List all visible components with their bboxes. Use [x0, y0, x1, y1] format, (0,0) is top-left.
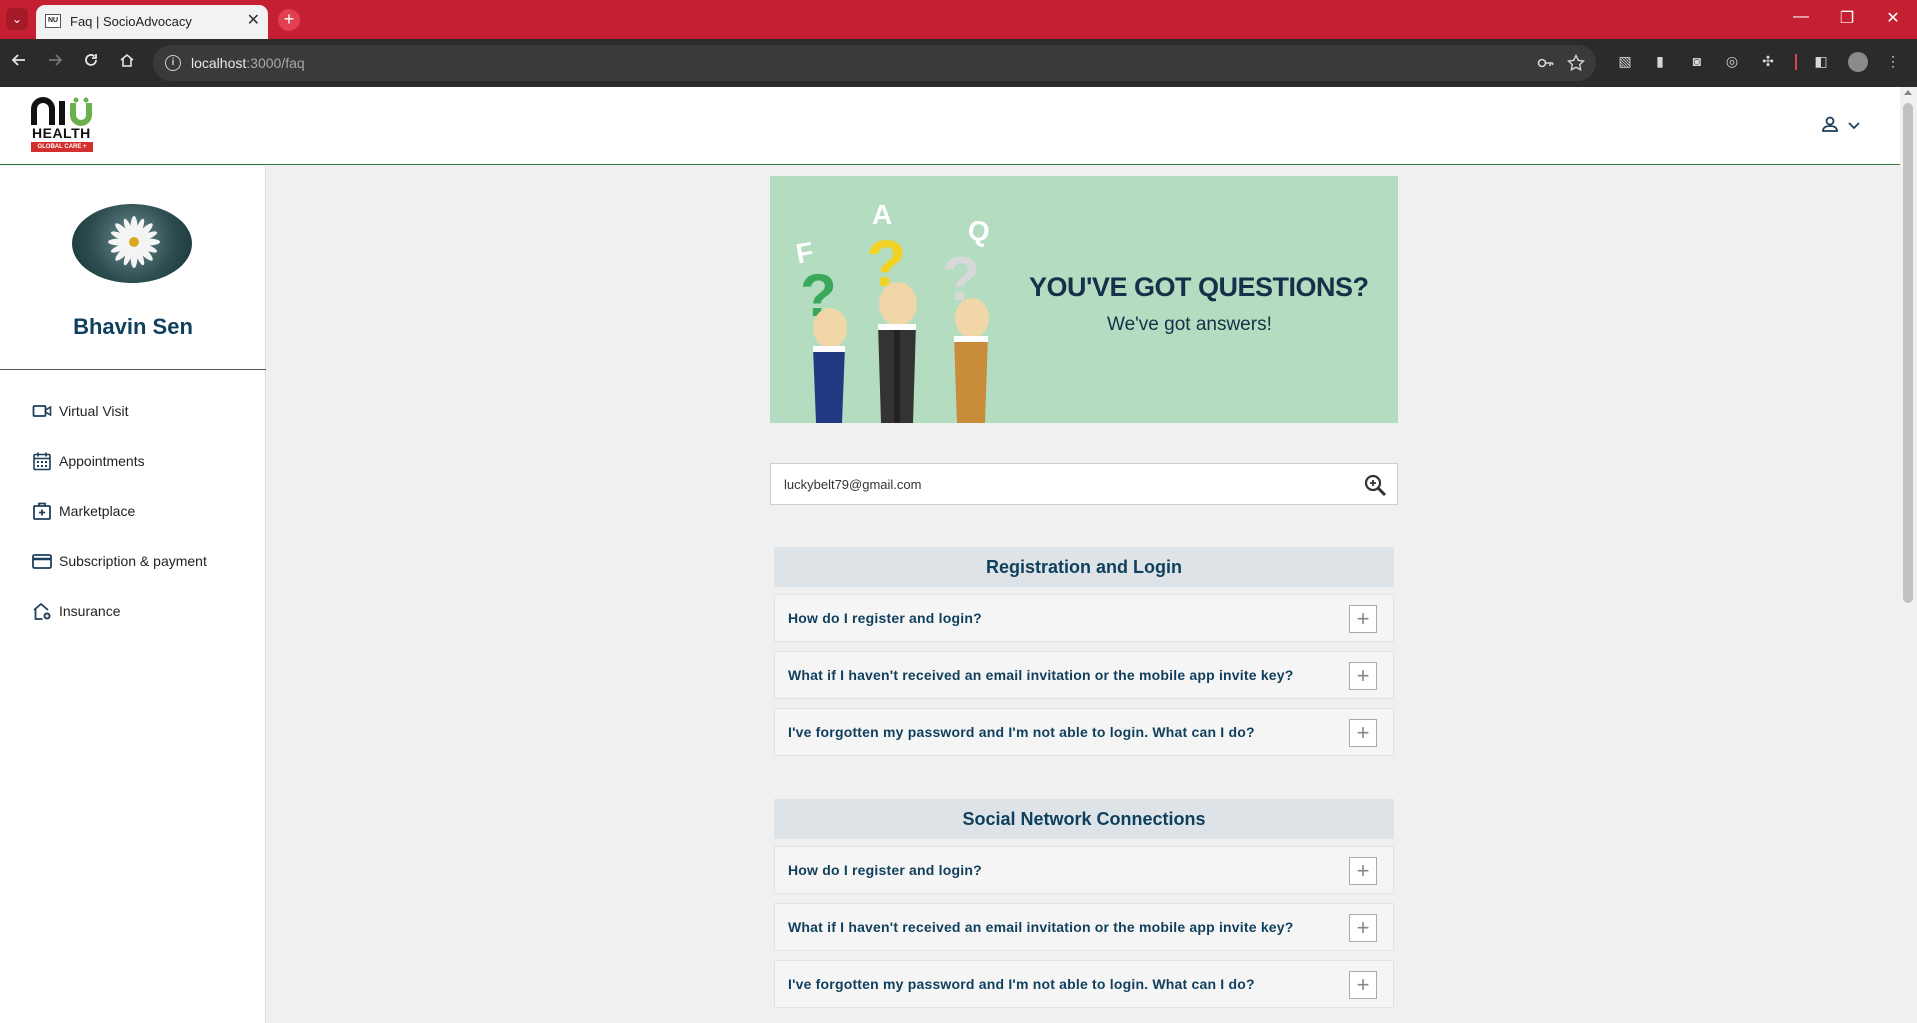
user-menu[interactable]: [1821, 115, 1865, 139]
expand-plus-icon[interactable]: +: [1349, 719, 1377, 747]
toolbar-divider: [1795, 54, 1797, 70]
browser-menu-icon[interactable]: ⋮: [1884, 52, 1902, 70]
tab-search-button[interactable]: ⌄: [6, 8, 28, 30]
home-icon[interactable]: [116, 52, 138, 74]
expand-plus-icon[interactable]: +: [1349, 971, 1377, 999]
browser-profile-avatar[interactable]: [1848, 52, 1868, 72]
medical-bag-icon: [32, 501, 52, 521]
restore-icon[interactable]: ❐: [1832, 8, 1862, 28]
address-bar[interactable]: i localhost:3000/faq: [153, 45, 1596, 81]
banner-letter-q: Q: [965, 214, 992, 248]
profile-name: Bhavin Sen: [73, 314, 193, 339]
bookmark-star-icon[interactable]: [1566, 53, 1586, 76]
hand-left-icon: [813, 308, 847, 423]
credit-card-icon: [32, 551, 52, 571]
faq-item[interactable]: How do I register and login? +: [774, 846, 1394, 894]
faq-search-input[interactable]: luckybelt79@gmail.com: [770, 463, 1398, 505]
sidebar-item-label: Appointments: [59, 453, 145, 469]
faq-question: How do I register and login?: [788, 610, 982, 626]
search-input-value: luckybelt79@gmail.com: [784, 477, 922, 492]
extension-camera-icon[interactable]: ◙: [1688, 52, 1706, 70]
faq-section-title-social: Social Network Connections: [774, 799, 1394, 839]
user-icon: [1821, 115, 1841, 135]
url-text: localhost:3000/faq: [191, 55, 305, 71]
video-camera-icon: [32, 401, 52, 421]
sidebar: Bhavin Sen Virtual Visit Appointments Ma…: [0, 166, 266, 1023]
sidebar-item-marketplace[interactable]: Marketplace: [32, 499, 252, 525]
sidebar-item-virtual-visit[interactable]: Virtual Visit: [32, 399, 252, 425]
search-icon[interactable]: [1363, 473, 1387, 497]
nu-health-logo[interactable]: HEALTH GLOBAL CARE +: [31, 97, 95, 154]
sidebar-item-label: Insurance: [59, 603, 121, 619]
window-close-icon[interactable]: ✕: [1878, 8, 1908, 28]
new-tab-button[interactable]: +: [278, 9, 300, 31]
faq-item[interactable]: How do I register and login? +: [774, 594, 1394, 642]
reload-icon[interactable]: [80, 52, 102, 74]
home-shield-icon: [32, 601, 52, 621]
password-key-icon[interactable]: [1537, 54, 1555, 76]
site-info-icon[interactable]: i: [165, 55, 181, 71]
extensions-puzzle-icon[interactable]: ✣: [1759, 52, 1777, 70]
side-panel-icon[interactable]: ◧: [1812, 52, 1830, 70]
sidebar-item-subscription-payment[interactable]: Subscription & payment: [32, 549, 252, 575]
faq-question: I've forgotten my password and I'm not a…: [788, 724, 1255, 740]
extension-media-icon[interactable]: ▧: [1616, 52, 1634, 70]
tab-title: Faq | SocioAdvocacy: [70, 14, 192, 29]
forward-icon[interactable]: [44, 52, 66, 74]
hand-middle-icon: [878, 282, 917, 423]
sidebar-item-label: Marketplace: [59, 503, 136, 519]
expand-plus-icon[interactable]: +: [1349, 605, 1377, 633]
faq-question: What if I haven't received an email invi…: [788, 919, 1294, 935]
sidebar-item-appointments[interactable]: Appointments: [32, 449, 252, 475]
calendar-icon: [32, 451, 52, 471]
faq-item[interactable]: What if I haven't received an email invi…: [774, 651, 1394, 699]
logo-name: HEALTH: [32, 125, 91, 141]
faq-item[interactable]: I've forgotten my password and I'm not a…: [774, 708, 1394, 756]
app-header: HEALTH GLOBAL CARE +: [0, 87, 1900, 165]
expand-plus-icon[interactable]: +: [1349, 662, 1377, 690]
browser-tab[interactable]: NU Faq | SocioAdvocacy ✕: [36, 5, 268, 39]
tab-close-icon[interactable]: ✕: [247, 12, 260, 30]
faq-item[interactable]: What if I haven't received an email invi…: [774, 903, 1394, 951]
sidebar-item-label: Virtual Visit: [59, 403, 129, 419]
favicon-icon: NU: [45, 14, 61, 28]
main-content: F A Q ? ? ? YOU'VE GOT QUESTIONS? We've …: [267, 166, 1900, 1023]
expand-plus-icon[interactable]: +: [1349, 857, 1377, 885]
minimize-icon[interactable]: —: [1786, 8, 1816, 26]
logo-tagline: GLOBAL CARE +: [31, 142, 93, 152]
expand-plus-icon[interactable]: +: [1349, 914, 1377, 942]
faq-item[interactable]: I've forgotten my password and I'm not a…: [774, 960, 1394, 1008]
sidebar-item-insurance[interactable]: Insurance: [32, 599, 252, 625]
sidebar-divider: [0, 369, 266, 370]
banner-subtitle: We've got answers!: [1107, 314, 1272, 335]
chevron-down-icon: [1847, 118, 1861, 132]
faq-question: How do I register and login?: [788, 862, 982, 878]
browser-toolbar: i localhost:3000/faq ▧ ▮ ◙ ◎ ✣ ◧ ⋮: [0, 39, 1917, 87]
page-scrollbar[interactable]: [1900, 87, 1917, 1023]
faq-section-title-registration: Registration and Login: [774, 547, 1394, 587]
scroll-up-arrow-icon[interactable]: [1904, 90, 1912, 95]
hand-right-icon: [954, 298, 989, 423]
faq-banner: F A Q ? ? ? YOU'VE GOT QUESTIONS? We've …: [770, 176, 1398, 423]
sidebar-item-label: Subscription & payment: [59, 553, 207, 569]
back-icon[interactable]: [8, 52, 30, 74]
extension-target-icon[interactable]: ◎: [1723, 52, 1741, 70]
faq-question: I've forgotten my password and I'm not a…: [788, 976, 1255, 992]
browser-tab-strip: ⌄ NU Faq | SocioAdvocacy ✕ + — ❐ ✕: [0, 0, 1917, 39]
faq-question: What if I haven't received an email invi…: [788, 667, 1294, 683]
avatar: [72, 204, 192, 283]
banner-title: YOU'VE GOT QUESTIONS?: [1029, 272, 1369, 302]
scrollbar-thumb[interactable]: [1903, 103, 1913, 603]
extension-doc-icon[interactable]: ▮: [1651, 52, 1669, 70]
